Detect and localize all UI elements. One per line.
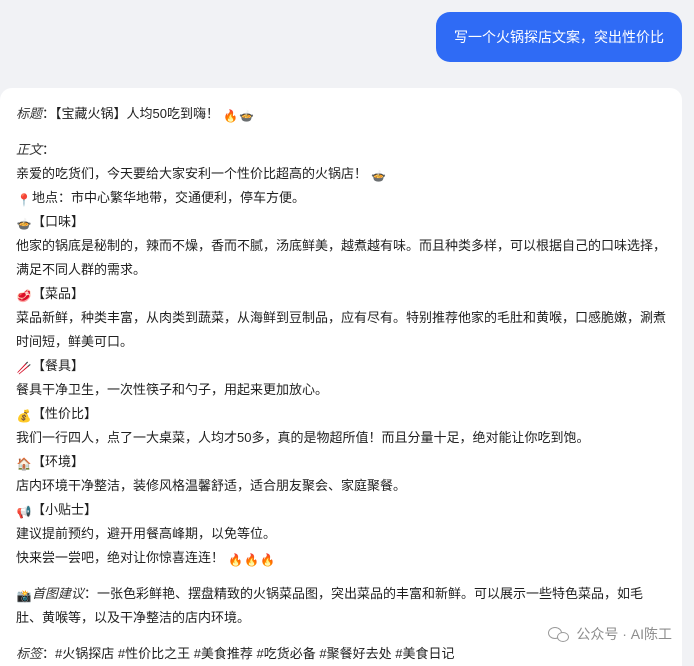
intro-text: 亲爱的吃货们，今天要给大家安利一个性价比超高的火锅店！ — [16, 166, 368, 181]
body-label: 正文 — [16, 142, 43, 157]
closing-text: 快来尝一尝吧，绝对让你惊喜连连！ — [16, 550, 225, 565]
tips-heading: 【小贴士】 — [32, 502, 98, 517]
taste-heading-line: 🍲【口味】 — [16, 210, 666, 234]
title-label: 标题 — [16, 106, 43, 121]
location-line: 📍地点：市中心繁华地带，交通便利，停车方便。 — [16, 186, 666, 210]
house-icon: 🏠 — [16, 457, 32, 471]
tags-label: 标签 — [16, 646, 43, 661]
chopsticks-icon: 🥢 — [16, 361, 32, 375]
taste-heading: 【口味】 — [32, 214, 85, 229]
env-heading: 【环境】 — [32, 454, 85, 469]
pin-icon: 📍 — [16, 193, 32, 207]
assistant-answer-card: 标题：【宝藏火锅】人均50吃到嗨！ 🔥🍲 正文： 亲爱的吃货们，今天要给大家安利… — [0, 88, 682, 666]
intro-line: 亲爱的吃货们，今天要给大家安利一个性价比超高的火锅店！ 🍲 — [16, 162, 666, 186]
tableware-heading-line: 🥢【餐具】 — [16, 354, 666, 378]
user-message-bubble: 写一个火锅探店文案，突出性价比 — [436, 12, 682, 62]
meat-icon: 🥩 — [16, 289, 32, 303]
value-paragraph: 我们一行四人，点了一大桌菜，人均才50多，真的是物超所值！而且分量十足，绝对能让… — [16, 430, 590, 445]
fire-icon: 🔥 — [223, 109, 239, 123]
dishes-heading: 【菜品】 — [32, 286, 85, 301]
image-suggestion: 📸首图建议：一张色彩鲜艳、摆盘精致的火锅菜品图，突出菜品的丰富和新鲜。可以展示一… — [16, 582, 666, 630]
chat-page: 写一个火锅探店文案，突出性价比 标题：【宝藏火锅】人均50吃到嗨！ 🔥🍲 正文：… — [0, 0, 694, 666]
dishes-paragraph: 菜品新鲜，种类丰富，从肉类到蔬菜，从海鲜到豆制品，应有尽有。特别推荐他家的毛肚和… — [16, 310, 667, 349]
image-label: 首图建议 — [32, 586, 85, 601]
flag-icon: 📢 — [16, 505, 32, 519]
hotpot-bowl-icon: 🍲 — [16, 217, 32, 231]
env-heading-line: 🏠【环境】 — [16, 450, 666, 474]
watermark: 公众号 · AI陈工 — [548, 624, 672, 644]
hotpot-bowl-icon: 🍲 — [239, 109, 255, 123]
tableware-paragraph: 餐具干净卫生，一次性筷子和勺子，用起来更加放心。 — [16, 382, 329, 397]
fire-icon: 🔥 — [244, 553, 260, 567]
fire-icon: 🔥 — [260, 553, 276, 567]
value-heading: 【性价比】 — [32, 406, 98, 421]
tips-paragraph: 建议提前预约，避开用餐高峰期，以免等位。 — [16, 526, 277, 541]
taste-paragraph: 他家的锅底是秘制的，辣而不燥，香而不腻，汤底鲜美，越煮越有味。而且种类多样，可以… — [16, 238, 667, 277]
env-paragraph: 店内环境干净整洁，装修风格温馨舒适，适合朋友聚会、家庭聚餐。 — [16, 478, 407, 493]
tags-text: ：#火锅探店 #性价比之王 #美食推荐 #吃货必备 #聚餐好去处 #美食日记 — [42, 646, 455, 661]
closing-line: 快来尝一尝吧，绝对让你惊喜连连！ 🔥🔥🔥 — [16, 546, 666, 570]
user-message-text: 写一个火锅探店文案，突出性价比 — [454, 29, 664, 45]
tags-line: 标签：#火锅探店 #性价比之王 #美食推荐 #吃货必备 #聚餐好去处 #美食日记 — [16, 642, 666, 666]
money-bag-icon: 💰 — [16, 409, 32, 423]
body-label-colon: ： — [42, 142, 56, 157]
tableware-heading: 【餐具】 — [32, 358, 85, 373]
location-text: 地点：市中心繁华地带，交通便利，停车方便。 — [32, 190, 306, 205]
wechat-icon — [548, 626, 570, 642]
tips-heading-line: 📢【小贴士】 — [16, 498, 666, 522]
value-heading-line: 💰【性价比】 — [16, 402, 666, 426]
camera-icon: 📸 — [16, 589, 32, 603]
watermark-text: 公众号 · AI陈工 — [576, 626, 672, 642]
image-text: ：一张色彩鲜艳、摆盘精致的火锅菜品图，突出菜品的丰富和新鲜。可以展示一些特色菜品… — [16, 586, 644, 625]
fire-icon: 🔥 — [228, 553, 244, 567]
dishes-heading-line: 🥩【菜品】 — [16, 282, 666, 306]
hotpot-bowl-icon: 🍲 — [371, 169, 387, 183]
body-label-line: 正文： — [16, 138, 666, 162]
title-line: 标题：【宝藏火锅】人均50吃到嗨！ 🔥🍲 — [16, 102, 666, 126]
title-text: ：【宝藏火锅】人均50吃到嗨！ — [42, 106, 219, 121]
